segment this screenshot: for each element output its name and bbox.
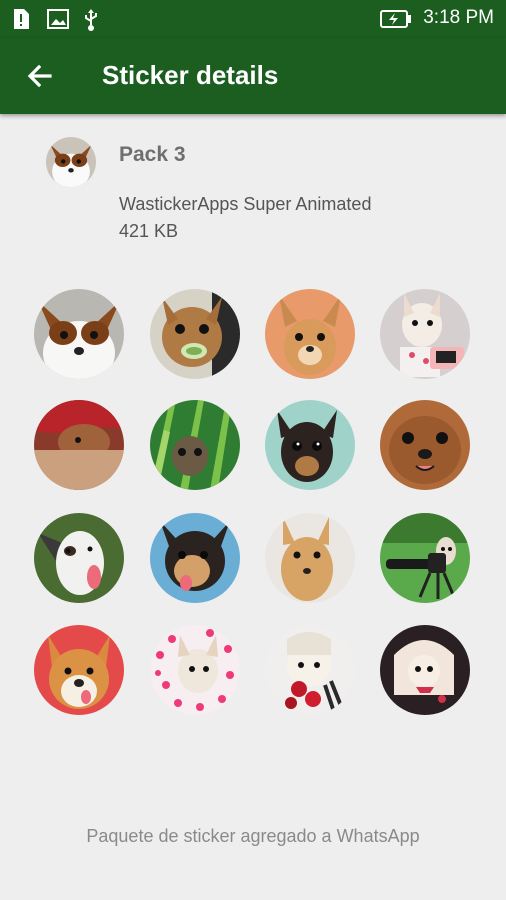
sticker-corgi[interactable] bbox=[34, 625, 124, 715]
sticker-chihuahua-stare[interactable] bbox=[265, 513, 355, 603]
sticker-chihuahua-grass[interactable] bbox=[150, 400, 240, 490]
sticker-chihuahua-eating[interactable] bbox=[150, 289, 240, 379]
sticker-chihuahua-tan[interactable] bbox=[265, 289, 355, 379]
status-time: 3:18 PM bbox=[423, 7, 494, 28]
pack-name: Pack 3 bbox=[119, 143, 186, 166]
sticker-dog-red-blanket[interactable] bbox=[34, 400, 124, 490]
sticker-chihuahua-roses[interactable] bbox=[265, 625, 355, 715]
image-icon bbox=[47, 8, 69, 35]
sticker-chihuahua-wig[interactable] bbox=[380, 625, 470, 715]
sticker-chihuahua-closeup[interactable] bbox=[380, 400, 470, 490]
pack-tray-icon bbox=[46, 137, 96, 187]
pack-publisher: WastickerApps Super Animated bbox=[119, 194, 372, 214]
page-title: Sticker details bbox=[102, 60, 279, 90]
sticker-greyhound-tongue[interactable] bbox=[34, 513, 124, 603]
app-bar: Sticker details bbox=[0, 38, 506, 114]
back-button[interactable] bbox=[18, 54, 62, 98]
usb-icon bbox=[81, 8, 101, 37]
status-bar: 3:18 PM bbox=[0, 0, 506, 38]
sticker-dog-camera[interactable] bbox=[380, 513, 470, 603]
pack-size: 421 KB bbox=[119, 221, 179, 241]
sticker-papillon[interactable] bbox=[34, 289, 124, 379]
sim-card-alert-icon bbox=[12, 8, 30, 35]
sticker-chihuahua-tongue[interactable] bbox=[150, 513, 240, 603]
sticker-chihuahua-hearts[interactable] bbox=[150, 625, 240, 715]
added-status-message: Paquete de sticker agregado a WhatsApp bbox=[86, 826, 420, 846]
battery-charging-icon bbox=[380, 10, 412, 33]
sticker-chihuahua-black[interactable] bbox=[265, 400, 355, 490]
arrow-left-icon bbox=[27, 64, 52, 88]
sticker-chihuahua-laptop[interactable] bbox=[380, 289, 470, 379]
